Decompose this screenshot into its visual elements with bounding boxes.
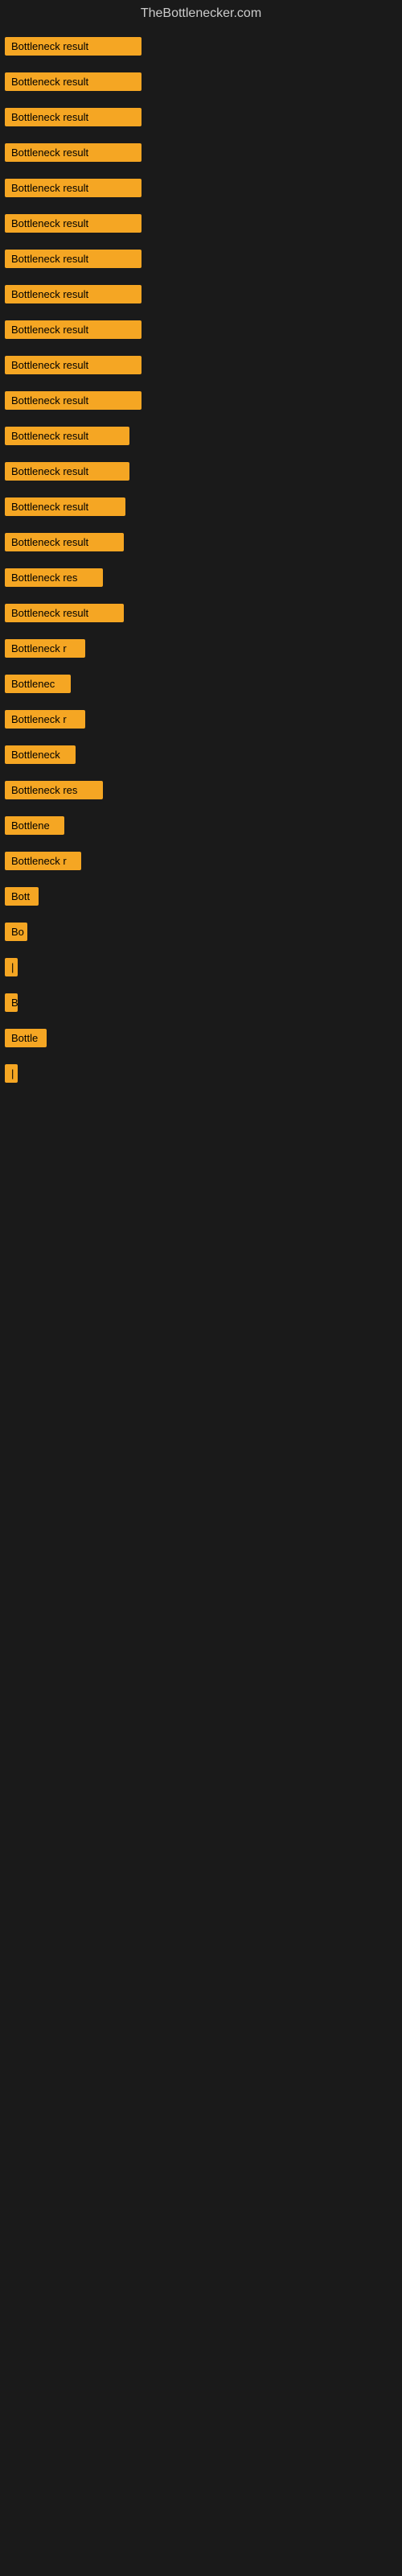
list-item: Bottleneck result [3,208,402,243]
list-item: | [3,1058,402,1093]
bottleneck-badge[interactable]: Bottleneck result [5,320,142,339]
bottleneck-badge[interactable]: Bottlenec [5,675,71,693]
list-item: Bottlenec [3,668,402,704]
list-item: Bo [3,916,402,952]
list-item: Bottleneck result [3,597,402,633]
bottleneck-badge[interactable]: Bottlene [5,816,64,835]
list-item: Bottleneck r [3,845,402,881]
page-title: TheBottlenecker.com [0,0,402,27]
list-item: Bottleneck result [3,31,402,66]
list-item: Bottleneck result [3,456,402,491]
bottleneck-badge[interactable]: Bottleneck result [5,356,142,374]
list-item: Bottleneck [3,739,402,774]
bottleneck-badge[interactable]: Bottleneck result [5,533,124,551]
bottleneck-badge[interactable]: | [5,1064,18,1083]
bottleneck-badge[interactable]: Bott [5,887,39,906]
bottleneck-badge[interactable]: Bottleneck r [5,710,85,729]
bottleneck-badge[interactable]: Bottleneck res [5,781,103,799]
list-item: Bottleneck result [3,137,402,172]
bottleneck-badge[interactable]: Bottleneck r [5,852,81,870]
list-item: Bottleneck res [3,562,402,597]
bottleneck-badge[interactable]: Bottleneck result [5,72,142,91]
bottleneck-badge[interactable]: Bottleneck result [5,250,142,268]
list-item: Bottleneck result [3,526,402,562]
bottleneck-badge[interactable]: Bottleneck result [5,179,142,197]
list-item: Bottlene [3,810,402,845]
bottleneck-badge[interactable]: Bottle [5,1029,47,1047]
bottleneck-badge[interactable]: Bottleneck result [5,285,142,303]
list-item: Bottleneck r [3,704,402,739]
bottleneck-badge[interactable]: B [5,993,18,1012]
bottleneck-badge[interactable]: Bottleneck result [5,214,142,233]
list-item: Bottleneck result [3,243,402,279]
list-item: Bottleneck result [3,385,402,420]
list-item: Bottleneck result [3,279,402,314]
list-item: Bottleneck result [3,491,402,526]
bottleneck-badge[interactable]: Bo [5,923,27,941]
list-item: Bottleneck result [3,101,402,137]
list-item: | [3,952,402,987]
bottleneck-badge[interactable]: Bottleneck result [5,462,129,481]
bottleneck-badge[interactable]: Bottleneck result [5,391,142,410]
bottleneck-badge[interactable]: Bottleneck result [5,143,142,162]
list-item: Bottleneck res [3,774,402,810]
list-item: Bottleneck result [3,172,402,208]
items-container: Bottleneck result Bottleneck result Bottle… [0,27,402,1093]
list-item: Bottleneck result [3,314,402,349]
bottleneck-badge[interactable]: Bottleneck res [5,568,103,587]
bottleneck-badge[interactable]: Bottleneck result [5,497,125,516]
list-item: Bottleneck result [3,66,402,101]
bottleneck-badge[interactable]: | [5,958,18,976]
list-item: Bottleneck r [3,633,402,668]
bottleneck-badge[interactable]: Bottleneck result [5,604,124,622]
list-item: Bottleneck result [3,349,402,385]
bottleneck-badge[interactable]: Bottleneck result [5,37,142,56]
list-item: B [3,987,402,1022]
bottleneck-badge[interactable]: Bottleneck result [5,108,142,126]
list-item: Bottle [3,1022,402,1058]
bottleneck-badge[interactable]: Bottleneck [5,745,76,764]
bottleneck-badge[interactable]: Bottleneck result [5,427,129,445]
bottleneck-badge[interactable]: Bottleneck r [5,639,85,658]
list-item: Bott [3,881,402,916]
list-item: Bottleneck result [3,420,402,456]
